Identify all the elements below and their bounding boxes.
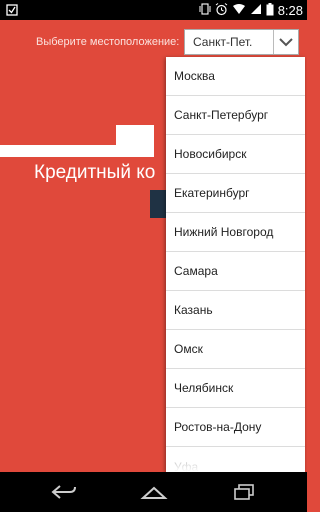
dropdown-item-yekaterinburg[interactable]: Екатеринбург — [166, 174, 305, 213]
dropdown-item-chelyabinsk[interactable]: Челябинск — [166, 369, 305, 408]
dropdown-fade — [166, 458, 305, 472]
battery-icon — [266, 2, 274, 19]
dropdown-item-kazan[interactable]: Казань — [166, 291, 305, 330]
home-icon[interactable] — [134, 480, 174, 504]
wifi-icon — [232, 3, 246, 18]
location-select-value: Санкт-Пет. — [193, 35, 253, 49]
dropdown-item-saint-petersburg[interactable]: Санкт-Петербург — [166, 96, 305, 135]
recent-apps-icon[interactable] — [224, 480, 264, 504]
headline: Кредитный ко — [34, 162, 156, 183]
back-icon[interactable] — [44, 480, 84, 504]
dropdown-item-novosibirsk[interactable]: Новосибирск — [166, 135, 305, 174]
chevron-down-icon[interactable] — [273, 30, 298, 54]
logo-bar — [0, 145, 120, 157]
dropdown-item-samara[interactable]: Самара — [166, 252, 305, 291]
clock: 8:28 — [277, 3, 303, 18]
vibrate-icon — [199, 2, 211, 19]
location-select[interactable]: Санкт-Пет. — [184, 29, 299, 55]
dropdown-item-rostov-on-don[interactable]: Ростов-на-Дону — [166, 408, 305, 447]
location-dropdown: Москва Санкт-Петербург Новосибирск Екате… — [166, 57, 305, 472]
status-bar: 8:28 — [0, 0, 307, 20]
dropdown-item-omsk[interactable]: Омск — [166, 330, 305, 369]
app-screen: Выберите местоположение: Санкт-Пет. Кред… — [0, 20, 307, 472]
location-label: Выберите местоположение: — [36, 36, 180, 48]
dropdown-item-nizhny-novgorod[interactable]: Нижний Новгород — [166, 213, 305, 252]
alarm-icon — [215, 2, 228, 19]
logo-block — [116, 125, 154, 157]
signal-icon — [250, 3, 262, 18]
navigation-bar — [0, 472, 307, 512]
dropdown-item-moscow[interactable]: Москва — [166, 57, 305, 96]
notification-icon — [6, 3, 18, 20]
